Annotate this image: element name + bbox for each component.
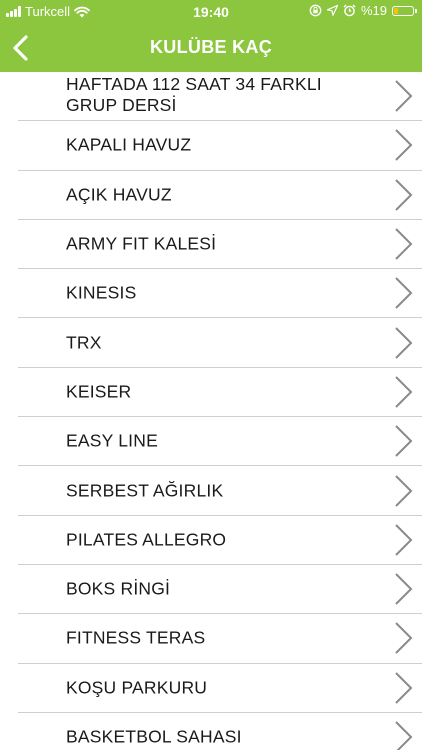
chevron-right-icon [395,622,413,655]
chevron-right-icon [395,277,413,310]
chevron-right-icon [395,425,413,457]
list-item[interactable]: KOŞU PARKURU [18,664,422,713]
list-item-label: KINESIS [66,282,137,303]
header: Turkcell 19:40 %19 KULÜBE KAÇ [0,0,422,72]
facility-list: HAFTADA 112 SAAT 34 FARKLI GRUP DERSİ KA… [0,72,422,750]
chevron-right-icon [395,474,413,507]
list-item-label: ARMY FIT KALESİ [66,233,217,254]
list-item-label: FITNESS TERAS [66,627,206,648]
list-item[interactable]: SERBEST AĞIRLIK [18,466,422,516]
status-right: %19 [309,3,417,18]
chevron-right-icon [395,573,413,605]
chevron-right-icon [395,524,413,556]
list-item-label: AÇIK HAVUZ [66,184,172,205]
alarm-icon [343,4,356,17]
list-item[interactable]: PILATES ALLEGRO [18,516,422,565]
list-item-label: TRX [66,332,102,353]
chevron-right-icon [395,129,413,162]
page-title: KULÜBE KAÇ [150,37,272,57]
list-item[interactable]: BOKS RİNGİ [18,565,422,615]
list-item[interactable]: KINESIS [18,269,422,319]
list-item[interactable]: KAPALI HAVUZ [18,121,422,171]
chevron-right-icon [395,179,413,211]
list-item-label: SERBEST AĞIRLIK [66,480,224,501]
list-item[interactable]: HAFTADA 112 SAAT 34 FARKLI GRUP DERSİ [18,72,422,122]
list-item-label: KAPALI HAVUZ [66,134,192,155]
list-item[interactable]: AÇIK HAVUZ [18,171,422,220]
list-item-label: EASY LINE [66,430,158,451]
status-bar: Turkcell 19:40 %19 [0,0,422,24]
list-item[interactable]: BASKETBOL SAHASI [18,713,422,750]
list-item[interactable]: TRX [18,318,422,368]
list-item[interactable]: ARMY FIT KALESİ [18,220,422,270]
list-item[interactable]: FITNESS TERAS [18,614,422,664]
chevron-right-icon [395,326,413,359]
list-item-label: PILATES ALLEGRO [66,529,227,550]
nav-bar: KULÜBE KAÇ [0,24,422,72]
chevron-right-icon [395,80,413,112]
chevron-right-icon [395,671,413,704]
battery-icon [392,5,417,16]
list-item[interactable]: EASY LINE [18,417,422,467]
list-item-label: BOKS RİNGİ [66,578,171,599]
location-icon [326,5,338,16]
rotation-lock-icon [309,4,322,17]
chevron-right-icon [395,376,413,408]
list-item-label: BASKETBOL SAHASI [66,726,242,747]
battery-percent: %19 [360,3,387,18]
list-item[interactable]: KEISER [18,368,422,418]
chevron-right-icon [395,721,413,750]
list-item-label: KOŞU PARKURU [66,677,208,698]
chevron-right-icon [395,228,413,260]
app-root: Turkcell 19:40 %19 KULÜBE KAÇ HAFTADA 11… [0,0,422,750]
list-item-label: KEISER [66,381,132,402]
list-item-label: HAFTADA 112 SAAT 34 FARKLI GRUP DERSİ [66,74,322,115]
